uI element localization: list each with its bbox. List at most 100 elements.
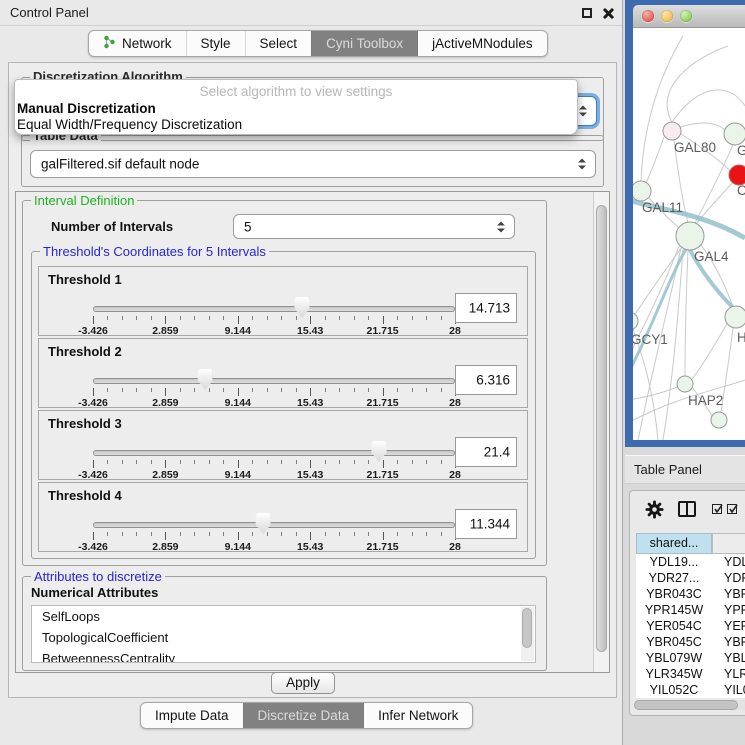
slider-handle[interactable] [371,441,386,462]
cell-name[interactable]: YLR3 [712,666,745,682]
network-window-titlebar[interactable] [633,5,745,28]
cell-name[interactable]: YDR2 [712,570,745,586]
cell-shared-name[interactable]: YBR043C [636,586,712,602]
slider-handle[interactable] [294,297,309,318]
cell-name[interactable]: YDL1 [712,554,745,570]
network-node-ga[interactable] [724,123,745,145]
network-node-gal4[interactable] [676,222,704,250]
threshold-slider[interactable]: -3.4262.8599.14415.4321.71528 [93,441,455,481]
cell-shared-name[interactable]: YER054C [636,618,712,634]
slider-track[interactable] [93,378,455,384]
slider-handle[interactable] [198,369,213,390]
tab-impute-data[interactable]: Impute Data [141,703,243,728]
table-row[interactable]: YBR043CYBR0 [636,586,745,602]
tab-style[interactable]: Style [186,31,245,56]
column-header-name[interactable]: n [712,533,745,554]
apply-button[interactable]: Apply [271,672,335,694]
tab-infer-network[interactable]: Infer Network [363,703,472,728]
network-edge[interactable] [685,250,688,376]
cell-name[interactable]: YBL0 [712,650,745,666]
number-of-intervals-select[interactable]: 5 [233,214,515,239]
network-node-gal80[interactable] [663,122,681,140]
cell-shared-name[interactable]: YDL19... [636,554,712,570]
table-row[interactable]: YBR045CYBR0 [636,634,745,650]
cell-name[interactable]: YIL0 [712,682,745,698]
zoom-traffic-light-icon[interactable] [680,10,692,22]
cell-shared-name[interactable]: YLR345W [636,666,712,682]
network-edge[interactable] [667,46,728,122]
checkbox-icon[interactable] [727,504,737,514]
tab-network[interactable]: Network [89,31,186,56]
popup-item-0[interactable]: Manual Discretization [17,101,156,116]
network-node-gcy1[interactable] [633,312,638,330]
network-node-gal11[interactable] [633,181,651,201]
table-horizontal-scrollbar[interactable] [634,700,745,710]
threshold-value-field[interactable]: 21.4 [455,437,517,467]
tab-discretize-data[interactable]: Discretize Data [243,703,364,728]
network-edge[interactable] [695,144,733,223]
numerical-attributes-list[interactable]: SelfLoopsTopologicalCoefficientBetweenne… [31,605,536,663]
column-header-shared[interactable]: shared... [636,533,712,554]
list-scrollbar-thumb[interactable] [522,608,532,648]
attribute-item[interactable]: SelfLoops [32,606,535,627]
cell-name[interactable]: YBR0 [712,634,745,650]
minimize-traffic-light-icon[interactable] [661,10,673,22]
cell-shared-name[interactable]: YBL079W [636,650,712,666]
slider-handle[interactable] [256,513,271,534]
scale-tick-label: 21.715 [367,541,399,553]
popup-item-1[interactable]: Equal Width/Frequency Discretization [17,117,242,132]
threshold-value-field[interactable]: 6.316 [455,365,517,395]
threshold-value-field[interactable]: 11.344 [455,509,517,539]
table-row[interactable]: YBL079WYBL0 [636,650,745,666]
network-edge[interactable] [692,324,727,379]
table-hscroll-thumb[interactable] [634,700,738,710]
tab-cyni-toolbox[interactable]: Cyni Toolbox [311,31,417,56]
slider-track[interactable] [93,450,455,456]
cell-shared-name[interactable]: YPR145W [636,602,712,618]
table-row[interactable]: YER054CYER0 [636,618,745,634]
slider-track[interactable] [93,522,455,528]
close-traffic-light-icon[interactable] [642,10,654,22]
cell-shared-name[interactable]: YBR045C [636,634,712,650]
network-node-c[interactable] [729,165,745,185]
tab-jactivemnodules[interactable]: jActiveMNodules [417,31,547,56]
table-row[interactable]: YDR27...YDR2 [636,570,745,586]
network-edge[interactable] [646,137,664,183]
threshold-value: 21.4 [484,445,510,460]
threshold-value-field[interactable]: 14.713 [455,293,517,323]
settings-scrollbar-thumb[interactable] [596,205,607,652]
network-canvas[interactable]: GAL80GACGAL11GAL4HGCY1HAP2 [633,28,745,440]
threshold-slider[interactable]: -3.4262.8599.14415.4321.71528 [93,297,455,337]
table-row[interactable]: YDL19...YDL1 [636,554,745,570]
settings-scrollbar[interactable] [593,192,609,672]
network-node-label: GA [737,143,745,158]
threshold-slider[interactable]: -3.4262.8599.14415.4321.71528 [93,369,455,409]
cell-name[interactable]: YER0 [712,618,745,634]
table-data-select[interactable]: galFiltered.sif default node [30,150,596,178]
list-scrollbar[interactable] [521,607,534,661]
split-columns-icon[interactable] [678,501,696,517]
cell-shared-name[interactable]: YIL052C [636,682,712,698]
float-window-icon[interactable] [582,8,592,18]
tab-select[interactable]: Select [245,31,312,56]
attribute-item[interactable]: BetweennessCentrality [32,648,535,663]
checkbox-icon[interactable] [712,504,722,514]
network-edge[interactable] [672,90,745,122]
threshold-slider[interactable]: -3.4262.8599.14415.4321.71528 [93,513,455,553]
settings-gear-icon[interactable] [645,500,664,524]
network-edge[interactable] [680,123,725,130]
table-row[interactable]: YPR145WYPR1 [636,602,745,618]
network-node-h[interactable] [725,306,745,328]
close-icon[interactable] [602,7,614,19]
cell-name[interactable]: YBR0 [712,586,745,602]
table-row[interactable]: YLR345WYLR3 [636,666,745,682]
table-data-group: Table Data galFiltered.sif default node [21,135,604,187]
scale-tick-label: -3.426 [78,397,108,409]
cell-name[interactable]: YPR1 [712,602,745,618]
network-node[interactable] [711,412,727,428]
network-node-hap2[interactable] [677,376,693,392]
slider-track[interactable] [93,306,455,312]
cell-shared-name[interactable]: YDR27... [636,570,712,586]
attribute-item[interactable]: TopologicalCoefficient [32,627,535,648]
table-row[interactable]: YIL052CYIL0 [636,682,745,698]
